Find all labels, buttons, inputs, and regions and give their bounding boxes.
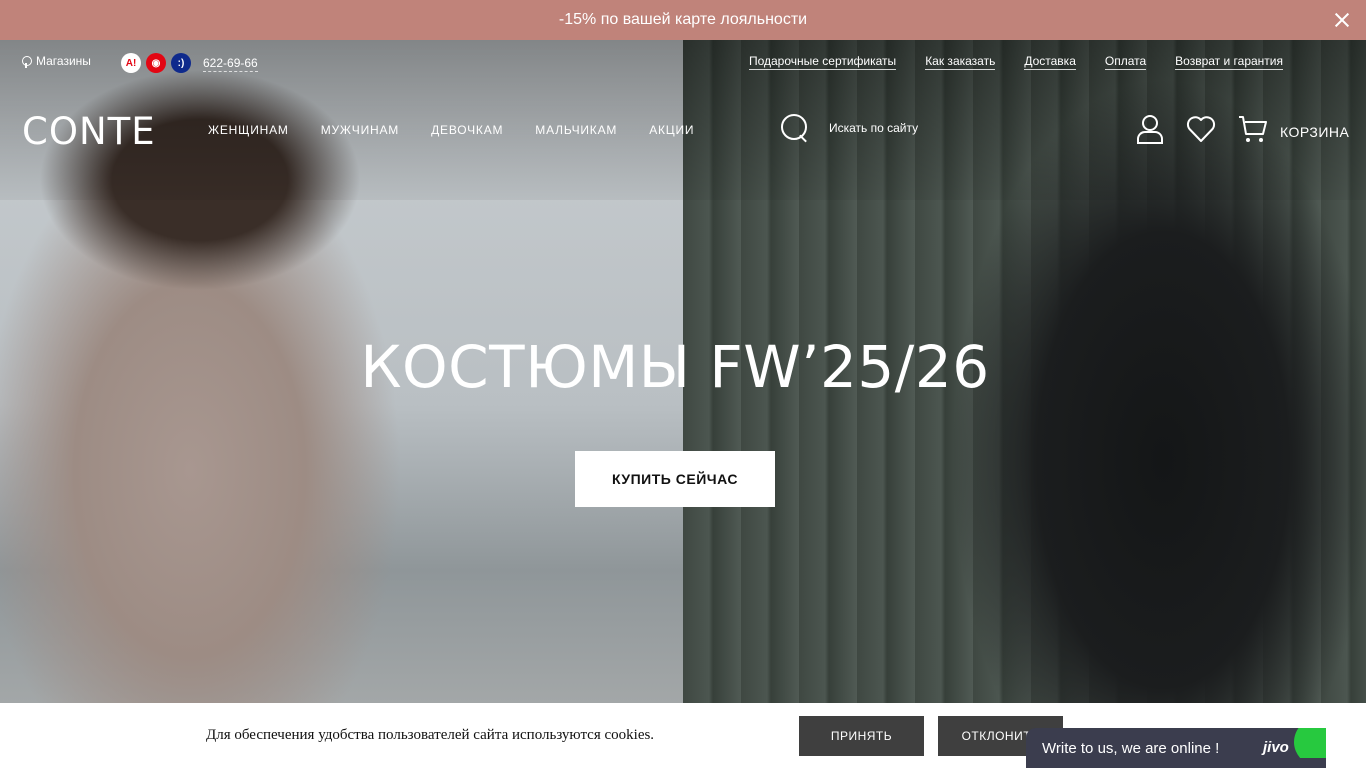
logo[interactable]: CONTE (22, 110, 156, 153)
how-to-order-link[interactable]: Как заказать (925, 54, 996, 70)
stores-link[interactable]: Магазины (22, 54, 91, 68)
search-icon[interactable] (781, 114, 809, 142)
user-icon[interactable] (1136, 114, 1164, 149)
info-links: Подарочные сертификаты Как заказать Дост… (748, 54, 1283, 70)
nav-sales[interactable]: АКЦИИ (649, 123, 694, 137)
payment-link[interactable]: Оплата (1104, 54, 1147, 70)
jivo-logo: jivo (1263, 739, 1289, 756)
stores-label: Магазины (36, 54, 91, 68)
buy-now-button[interactable]: КУПИТЬ СЕЙЧАС (575, 451, 775, 507)
phone-link[interactable]: 622-69-66 (203, 56, 258, 72)
main-nav: ЖЕНЩИНАМ МУЖЧИНАМ ДЕВОЧКАМ МАЛЬЧИКАМ АКЦ… (208, 123, 694, 137)
hero-title: КОСТЮМЫ FW’25/26 (360, 333, 990, 401)
gift-certificates-link[interactable]: Подарочные сертификаты (748, 54, 897, 70)
cookie-text: Для обеспечения удобства пользователей с… (206, 727, 655, 743)
nav-boys[interactable]: МАЛЬЧИКАМ (535, 123, 617, 137)
close-icon[interactable] (1332, 10, 1352, 30)
accept-cookies-button[interactable]: ПРИНЯТЬ (799, 716, 924, 756)
a1-operator-icon: A! (121, 53, 141, 73)
heart-icon[interactable] (1186, 115, 1216, 148)
nav-men[interactable]: МУЖЧИНАМ (321, 123, 399, 137)
operator-icons: A! ◉ :) (121, 53, 191, 73)
returns-link[interactable]: Возврат и гарантия (1175, 54, 1283, 70)
mts-operator-icon: ◉ (146, 53, 166, 73)
map-pin-icon (22, 55, 32, 68)
search-input[interactable]: Искать по сайту (829, 121, 918, 135)
cart-label[interactable]: КОРЗИНА (1280, 124, 1349, 140)
chat-widget[interactable]: Write to us, we are online ! jivo (1026, 728, 1326, 768)
promo-bar: -15% по вашей карте лояльности (0, 0, 1366, 40)
search-box[interactable]: Искать по сайту (781, 114, 918, 142)
nav-girls[interactable]: ДЕВОЧКАМ (431, 123, 503, 137)
cart-icon[interactable] (1238, 114, 1268, 149)
nav-women[interactable]: ЖЕНЩИНАМ (208, 123, 289, 137)
promo-text: -15% по вашей карте лояльности (558, 11, 808, 28)
life-operator-icon: :) (171, 53, 191, 73)
header-actions: КОРЗИНА (1136, 114, 1349, 149)
delivery-link[interactable]: Доставка (1024, 54, 1076, 70)
chat-label[interactable]: Write to us, we are online ! (1042, 740, 1219, 757)
